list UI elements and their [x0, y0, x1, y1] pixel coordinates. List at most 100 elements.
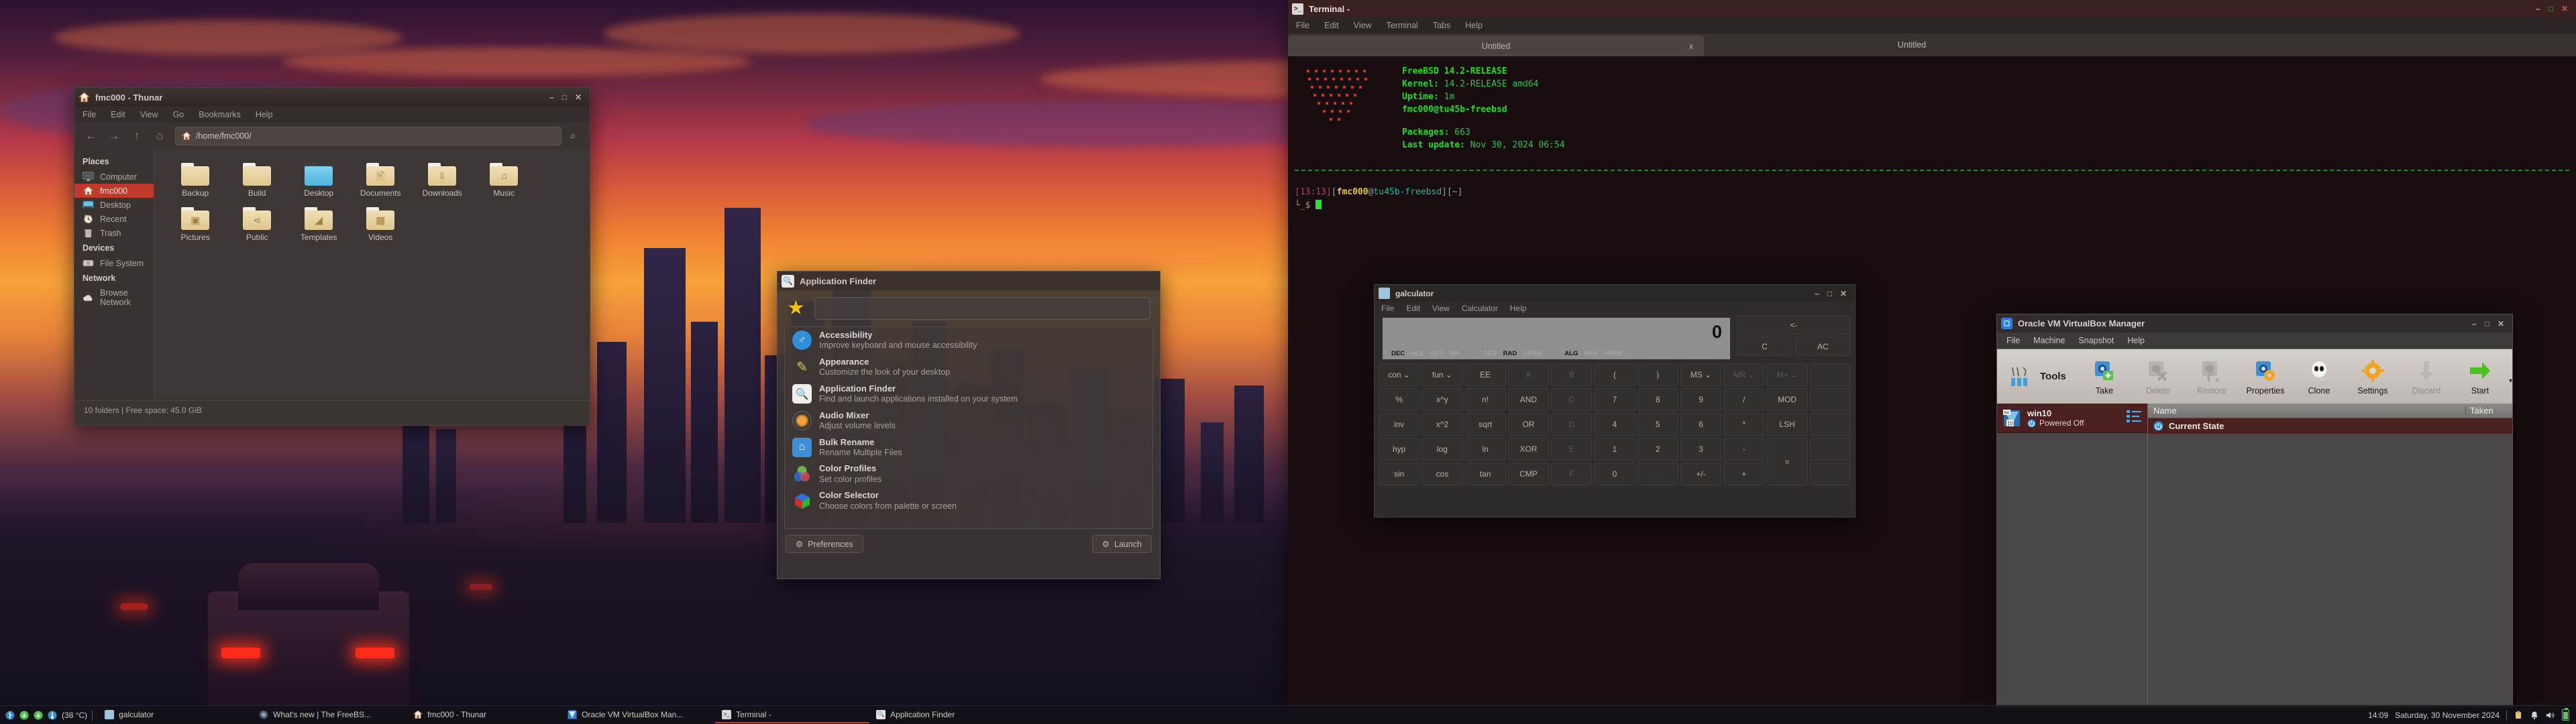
galculator-menu-view[interactable]: View [1432, 304, 1450, 313]
key-e-hex[interactable]: E [1551, 438, 1593, 461]
file-item[interactable]: ◢ Templates [290, 203, 347, 246]
thunar-close-button[interactable]: ✕ [575, 93, 582, 101]
key-decimal[interactable]: . [1637, 463, 1678, 485]
discard-button[interactable]: Discard [2402, 357, 2451, 396]
terminal-close-button[interactable]: ✕ [2561, 5, 2568, 13]
task-application-finder[interactable]: 🔍 Application Finder [869, 707, 1024, 723]
updates2-icon[interactable] [34, 711, 43, 720]
key-sqrt[interactable]: sqrt [1464, 413, 1506, 436]
file-item[interactable]: Backup [166, 159, 224, 202]
tools-button[interactable]: Tools [1997, 349, 2074, 404]
file-item[interactable]: ▦ Videos [352, 203, 409, 246]
galculator-minimize-button[interactable]: – [1815, 290, 1819, 298]
thunar-menu-go[interactable]: Go [173, 110, 184, 119]
sidebar-item-trash[interactable]: Trash [74, 226, 154, 240]
properties-button[interactable]: Properties [2241, 357, 2290, 396]
virtualbox-window[interactable]: ▢ Oracle VM VirtualBox Manager – □ ✕ Fil… [1996, 314, 2513, 708]
taskbar[interactable]: (38 °C) galculator What's new | The Free… [0, 705, 2576, 724]
tray-left[interactable]: (38 °C) [0, 709, 93, 721]
path-input[interactable]: /home/fmc000/ [175, 127, 561, 145]
snapshot-panel[interactable]: Name Taken Current State [2148, 404, 2512, 705]
search-input[interactable] [814, 297, 1150, 320]
key-2[interactable]: 2 [1637, 438, 1678, 461]
application-finder-window[interactable]: 🔍 Application Finder ★ ♂ Accessibility I… [777, 271, 1161, 579]
delete-snapshot-button[interactable]: Delete [2133, 357, 2183, 396]
terminal-menubar[interactable]: File Edit View Terminal Tabs Help [1288, 17, 2576, 34]
galculator-window[interactable]: galculator – □ ✕ File Edit View Calculat… [1374, 284, 1856, 518]
vm-list-item[interactable]: 64 10 win10 Powered Off [1997, 404, 2147, 433]
key-a[interactable]: A [1507, 363, 1550, 386]
clear-button[interactable]: C [1737, 337, 1792, 356]
key-b[interactable]: B [1551, 363, 1593, 386]
key-fun[interactable]: fun ⌄ [1421, 363, 1463, 386]
terminal-menu-view[interactable]: View [1354, 21, 1372, 30]
close-icon[interactable]: x [1689, 42, 1693, 51]
vm-list[interactable]: 64 10 win10 Powered Off [1997, 404, 2148, 705]
preferences-button[interactable]: ⚙ Preferences [786, 535, 863, 553]
task-virtualbox[interactable]: Oracle VM VirtualBox Man... [561, 707, 715, 723]
thunar-menu-bookmarks[interactable]: Bookmarks [199, 110, 241, 119]
virtualbox-menu-help[interactable]: Help [2127, 336, 2145, 345]
forward-icon[interactable]: → [103, 127, 125, 145]
thunar-menubar[interactable]: File Edit View Go Bookmarks Help [74, 107, 590, 123]
file-item[interactable]: ⋖ Public [228, 203, 286, 246]
settings-button[interactable]: Settings [2348, 357, 2398, 396]
key-f-hex[interactable]: F [1551, 463, 1593, 485]
key-4[interactable]: 4 [1594, 413, 1635, 436]
key-9[interactable]: 9 [1680, 388, 1722, 411]
key-and[interactable]: AND [1507, 388, 1550, 411]
key-7[interactable]: 7 [1594, 388, 1635, 411]
list-item[interactable]: Audio Mixer Adjust volume levels [785, 408, 1152, 434]
start-button[interactable]: Start [2455, 357, 2505, 396]
calculator-keypad[interactable]: con ⌄ fun ⌄ EE A B ( ) MS ⌄ MR ⌄ M+ ⌄ % … [1379, 361, 1851, 485]
sidebar-item-file-system[interactable]: File System [74, 256, 154, 270]
key-d-hex[interactable]: D [1551, 413, 1593, 436]
file-grid[interactable]: Backup Build Desktop 🖹 Documents ⇩ Downl… [154, 149, 590, 400]
terminal-menu-tabs[interactable]: Tabs [1433, 21, 1450, 30]
virtualbox-maximize-button[interactable]: □ [2485, 320, 2489, 328]
thunar-menu-view[interactable]: View [140, 110, 158, 119]
task-list[interactable]: galculator What's new | The FreeBS... fm… [98, 707, 2368, 723]
key-log[interactable]: log [1421, 438, 1463, 461]
key-mplus[interactable]: M+ ⌄ [1766, 363, 1808, 386]
key-8[interactable]: 8 [1637, 388, 1678, 411]
terminal-menu-help[interactable]: Help [1465, 21, 1483, 30]
key-mr[interactable]: MR ⌄ [1723, 363, 1765, 386]
list-item[interactable]: ⌂ Bulk Rename Rename Multiple Files [785, 434, 1152, 461]
virtualbox-menubar[interactable]: File Machine Snapshot Help [1997, 333, 2512, 349]
thunar-menu-edit[interactable]: Edit [111, 110, 125, 119]
terminal-titlebar[interactable]: >_ Terminal - – □ ✕ [1288, 0, 2576, 17]
clock-area[interactable]: 14:09 Saturday, 30 November 2024 [2368, 707, 2576, 721]
list-item[interactable]: ♂ Accessibility Improve keyboard and mou… [785, 327, 1152, 354]
key-xor[interactable]: XOR [1507, 438, 1550, 461]
thunar-menu-file[interactable]: File [83, 110, 96, 119]
galculator-menu-file[interactable]: File [1381, 304, 1394, 313]
volume-icon[interactable] [2546, 711, 2555, 720]
key-cmp[interactable]: CMP [1507, 463, 1550, 485]
thunar-minimize-button[interactable]: – [549, 93, 554, 101]
key-factorial[interactable]: n! [1464, 388, 1506, 411]
galculator-menu-calculator[interactable]: Calculator [1462, 304, 1498, 313]
key-open-paren[interactable]: ( [1594, 363, 1635, 386]
thunar-maximize-button[interactable]: □ [562, 93, 567, 101]
key-divide[interactable]: / [1723, 388, 1765, 411]
file-item[interactable]: ♫ Music [475, 159, 533, 202]
virtualbox-titlebar[interactable]: ▢ Oracle VM VirtualBox Manager – □ ✕ [1997, 314, 2512, 333]
key-percent[interactable]: % [1379, 388, 1420, 411]
list-item[interactable]: ✎ Appearance Customize the look of your … [785, 354, 1152, 381]
file-item[interactable]: ▣ Pictures [166, 203, 224, 246]
key-ln[interactable]: ln [1464, 438, 1506, 461]
key-6[interactable]: 6 [1680, 413, 1722, 436]
file-item[interactable]: 🖹 Documents [352, 159, 409, 202]
key-3[interactable]: 3 [1680, 438, 1722, 461]
key-sq[interactable]: x^2 [1421, 413, 1463, 436]
file-item[interactable]: Desktop [290, 159, 347, 202]
key-close-paren[interactable]: ) [1637, 363, 1678, 386]
battery-icon[interactable] [2562, 707, 2569, 721]
terminal-tab-1[interactable]: Untitled x [1288, 36, 1704, 56]
key-1[interactable]: 1 [1594, 438, 1635, 461]
launch-button[interactable]: ⚙ Launch [1091, 535, 1152, 553]
key-ee[interactable]: EE [1464, 363, 1506, 386]
task-thunar[interactable]: fmc000 - Thunar [407, 707, 561, 723]
thermometer-icon[interactable] [48, 711, 57, 720]
